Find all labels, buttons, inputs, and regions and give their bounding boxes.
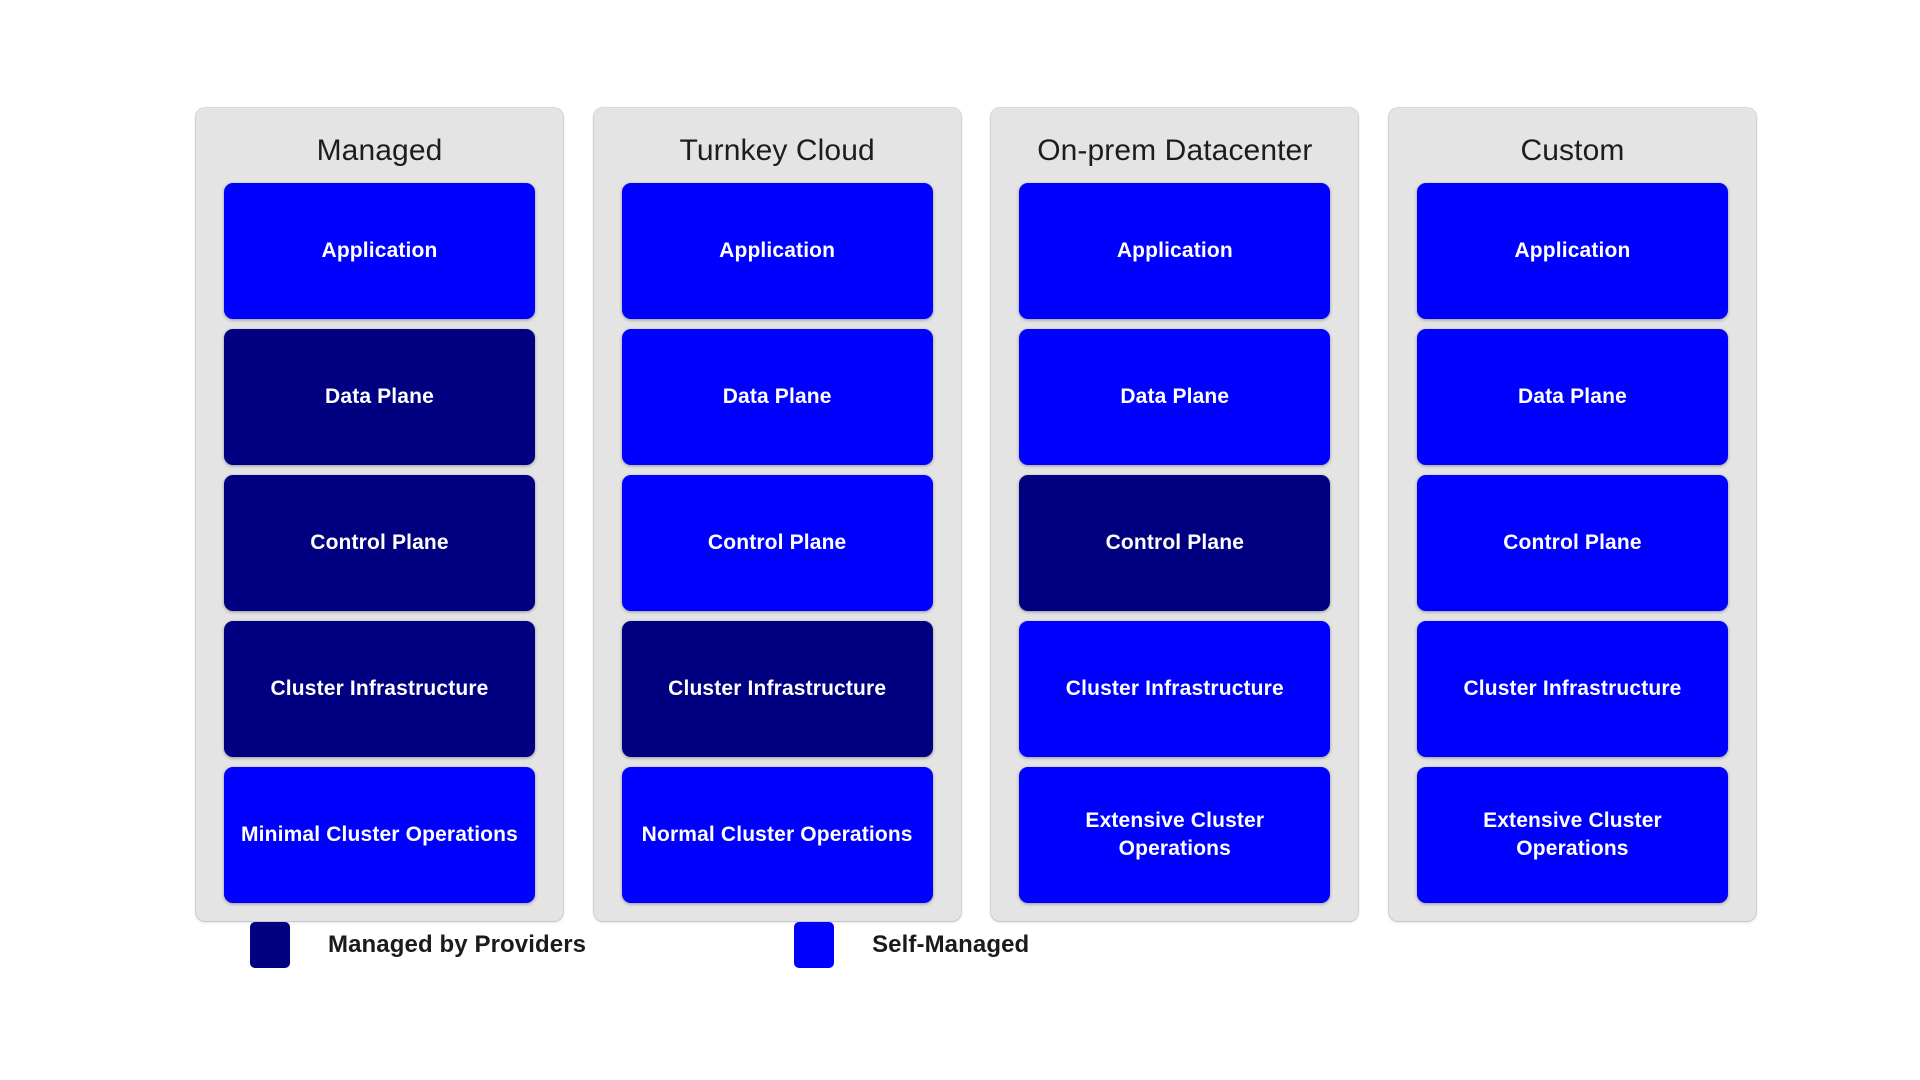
layer-block-label: Control Plane [310,531,449,555]
diagram-canvas: Managed Application Data Plane Control P… [0,0,1920,1080]
block-stack: Application Data Plane Control Plane Clu… [196,183,563,903]
block-stack: Application Data Plane Control Plane Clu… [594,183,961,903]
layer-block-cluster-operations[interactable]: Extensive Cluster Operations [1019,767,1331,903]
layer-block-control-plane[interactable]: Control Plane [621,475,933,611]
layer-block-label: Control Plane [1105,531,1245,555]
layer-block-label: Cluster Infrastructure [1463,677,1682,701]
layer-block-cluster-infrastructure[interactable]: Cluster Infrastructure [1416,621,1728,757]
layer-block-cluster-infrastructure[interactable]: Cluster Infrastructure [224,621,535,757]
legend-item-managed-by-providers: Managed by Providers [250,922,586,968]
column-header: Turnkey Cloud [679,134,875,167]
column-group: Managed Application Data Plane Control P… [196,108,1756,921]
legend: Managed by Providers Self-Managed [196,922,1756,968]
column-custom: Custom Application Data Plane Control Pl… [1388,108,1756,921]
layer-block-label: Application [719,239,836,263]
layer-block-label: Data Plane [1518,385,1627,409]
layer-block-control-plane[interactable]: Control Plane [1416,475,1728,611]
block-stack: Application Data Plane Control Plane Clu… [991,183,1358,903]
layer-block-cluster-infrastructure[interactable]: Cluster Infrastructure [1019,621,1331,757]
layer-block-cluster-operations[interactable]: Extensive Cluster Operations [1416,767,1728,903]
layer-block-cluster-operations[interactable]: Minimal Cluster Operations [224,767,535,903]
layer-block-label: Control Plane [707,531,847,555]
layer-block-control-plane[interactable]: Control Plane [224,475,535,611]
layer-block-label: Data Plane [1120,385,1230,409]
layer-block-data-plane[interactable]: Data Plane [1416,329,1728,465]
layer-block-label: Cluster Infrastructure [668,677,887,701]
column-turnkey-cloud: Turnkey Cloud Application Data Plane Con… [593,108,961,921]
layer-block-cluster-operations[interactable]: Normal Cluster Operations [621,767,933,903]
legend-swatch-icon [250,922,290,968]
legend-label: Managed by Providers [328,931,587,958]
column-on-prem-datacenter: On-prem Datacenter Application Data Plan… [991,108,1359,921]
column-managed: Managed Application Data Plane Control P… [196,108,563,921]
layer-block-data-plane[interactable]: Data Plane [224,329,535,465]
layer-block-application[interactable]: Application [1416,183,1728,319]
column-header: Custom [1520,134,1625,167]
layer-block-application[interactable]: Application [1019,183,1331,319]
column-header: Managed [316,134,443,167]
layer-block-label: Cluster Infrastructure [270,677,489,701]
legend-item-self-managed: Self-Managed [794,922,1029,968]
layer-block-label: Application [1116,239,1233,263]
layer-block-label: Extensive Cluster Operations [1085,809,1265,860]
layer-block-data-plane[interactable]: Data Plane [621,329,933,465]
layer-block-label: Control Plane [1503,531,1642,555]
layer-block-label: Data Plane [325,385,434,409]
layer-block-cluster-infrastructure[interactable]: Cluster Infrastructure [621,621,933,757]
layer-block-data-plane[interactable]: Data Plane [1019,329,1331,465]
legend-swatch-icon [794,922,835,968]
layer-block-application[interactable]: Application [224,183,535,319]
layer-block-label: Normal Cluster Operations [641,823,913,847]
layer-block-label: Extensive Cluster Operations [1483,809,1662,860]
layer-block-control-plane[interactable]: Control Plane [1019,475,1331,611]
layer-block-application[interactable]: Application [621,183,933,319]
layer-block-label: Minimal Cluster Operations [241,823,518,847]
layer-block-label: Application [1514,239,1631,263]
column-header: On-prem Datacenter [1037,134,1313,167]
legend-label: Self-Managed [872,931,1030,958]
block-stack: Application Data Plane Control Plane Clu… [1389,183,1756,903]
layer-block-label: Data Plane [722,385,832,409]
layer-block-label: Cluster Infrastructure [1065,677,1284,701]
layer-block-label: Application [321,239,438,263]
